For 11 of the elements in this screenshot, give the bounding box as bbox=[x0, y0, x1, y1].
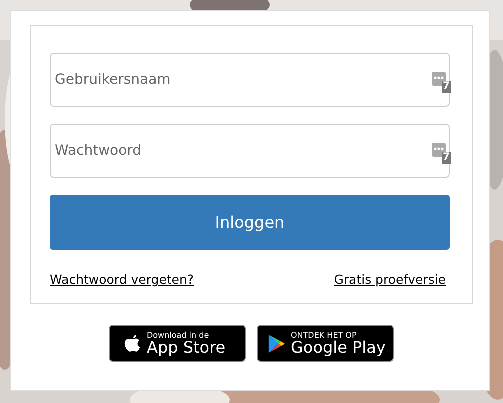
forgot-password-link[interactable]: Wachtwoord vergeten? bbox=[50, 272, 194, 287]
free-trial-link[interactable]: Gratis proefversie bbox=[334, 272, 446, 287]
app-store-badge[interactable]: Download in de App Store bbox=[109, 325, 246, 362]
password-field[interactable]: Wachtwoord 7 bbox=[50, 124, 450, 178]
apple-icon bbox=[124, 332, 142, 354]
google-play-badge[interactable]: ONTDEK HET OP Google Play bbox=[257, 325, 394, 362]
play-icon bbox=[268, 332, 286, 354]
login-button[interactable]: Inloggen bbox=[50, 195, 450, 250]
username-field[interactable]: Gebruikersnaam 7 bbox=[50, 53, 450, 107]
count-badge: 7 bbox=[442, 81, 451, 93]
count-badge: 7 bbox=[442, 152, 451, 164]
